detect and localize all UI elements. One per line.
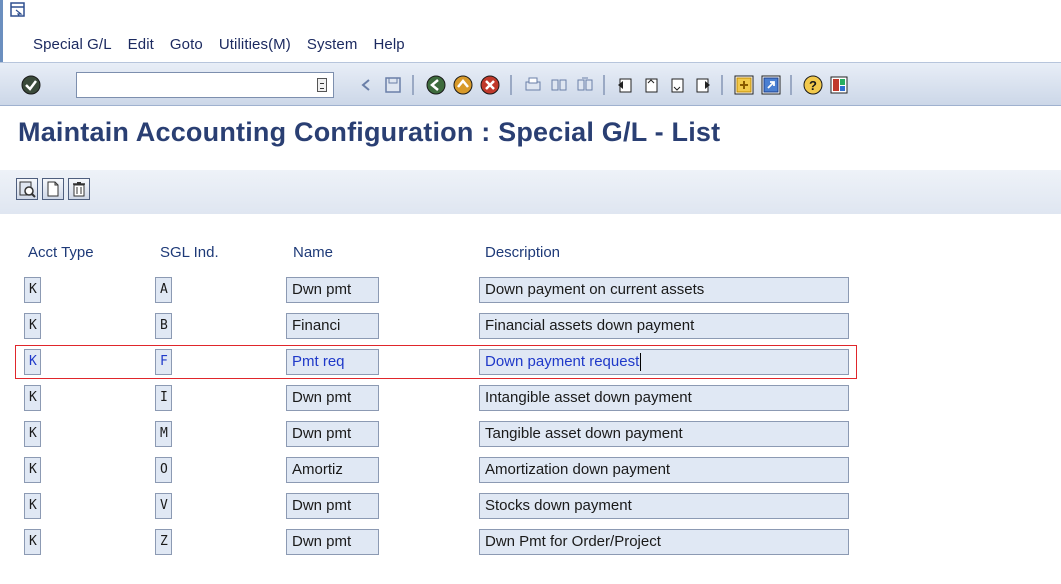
create-icon[interactable] [42, 178, 64, 200]
description-cell[interactable]: Tangible asset down payment [479, 421, 849, 447]
description-cell[interactable]: Stocks down payment [479, 493, 849, 519]
acct-type-cell[interactable]: K [24, 457, 41, 483]
name-cell[interactable]: Dwn pmt [286, 277, 379, 303]
description-text: Down payment request [485, 353, 640, 370]
layout-icon[interactable] [828, 74, 850, 96]
table-row[interactable]: K Z Dwn pmt Dwn Pmt for Order/Project [0, 526, 1061, 558]
page-title: Maintain Accounting Configuration : Spec… [18, 117, 721, 147]
table-row[interactable]: K B Financi Financial assets down paymen… [0, 310, 1061, 342]
cancel-icon[interactable] [479, 74, 501, 96]
description-cell[interactable]: Down payment on current assets [479, 277, 849, 303]
acct-type-cell[interactable]: K [24, 529, 41, 555]
toolbar-separator [603, 75, 605, 95]
delete-icon[interactable] [68, 178, 90, 200]
prev-page-icon[interactable] [640, 74, 662, 96]
find-next-icon[interactable] [574, 74, 596, 96]
window-edge [0, 0, 3, 62]
toolbar-separator [412, 75, 414, 95]
acct-type-cell[interactable]: K [24, 421, 41, 447]
table-row[interactable]: K A Dwn pmt Down payment on current asse… [0, 274, 1061, 306]
name-cell[interactable]: Dwn pmt [286, 385, 379, 411]
new-session-icon[interactable] [733, 74, 755, 96]
sgl-ind-cell[interactable]: F [155, 349, 172, 375]
acct-type-cell[interactable]: K [24, 349, 41, 375]
help-icon[interactable]: ? [802, 74, 824, 96]
sgl-ind-cell[interactable]: B [155, 313, 172, 339]
sgl-ind-cell[interactable]: I [155, 385, 172, 411]
table-row[interactable]: K I Dwn pmt Intangible asset down paymen… [0, 382, 1061, 414]
description-cell[interactable]: Intangible asset down payment [479, 385, 849, 411]
acct-type-cell[interactable]: K [24, 493, 41, 519]
table-header: Acct Type SGL Ind. Name Description [0, 244, 1061, 266]
description-cell[interactable]: Dwn Pmt for Order/Project [479, 529, 849, 555]
sgl-ind-cell[interactable]: O [155, 457, 172, 483]
sgl-ind-cell[interactable]: A [155, 277, 172, 303]
acct-type-cell[interactable]: K [24, 313, 41, 339]
menu-system[interactable]: System [307, 36, 358, 56]
svg-text:?: ? [809, 78, 817, 93]
acct-type-cell[interactable]: K [24, 277, 41, 303]
check-icon[interactable] [20, 74, 42, 96]
shortcut-icon[interactable] [760, 74, 782, 96]
table-row[interactable]: K V Dwn pmt Stocks down payment [0, 490, 1061, 522]
menu-goto[interactable]: Goto [170, 36, 203, 56]
find-icon[interactable] [548, 74, 570, 96]
menu-utilities[interactable]: Utilities(M) [219, 36, 291, 56]
toolbar-separator [790, 75, 792, 95]
text-cursor [640, 353, 642, 372]
name-cell[interactable]: Financi [286, 313, 379, 339]
name-cell[interactable]: Dwn pmt [286, 493, 379, 519]
command-history-icon[interactable] [317, 78, 327, 92]
table-row[interactable]: K M Dwn pmt Tangible asset down payment [0, 418, 1061, 450]
description-cell[interactable]: Amortization down payment [479, 457, 849, 483]
details-icon[interactable] [16, 178, 38, 200]
table-row[interactable]: K O Amortiz Amortization down payment [0, 454, 1061, 486]
description-cell[interactable]: Down payment request [479, 349, 849, 375]
menu-edit[interactable]: Edit [128, 36, 154, 56]
next-page-icon[interactable] [666, 74, 688, 96]
save-icon[interactable] [382, 74, 404, 96]
menu-special-gl[interactable]: Special G/L [33, 36, 112, 56]
green-back-icon[interactable] [425, 74, 447, 96]
menu-help[interactable]: Help [373, 36, 404, 56]
sgl-ind-cell[interactable]: Z [155, 529, 172, 555]
name-cell[interactable]: Dwn pmt [286, 421, 379, 447]
menu-items: Special G/L Edit Goto Utilities(M) Syste… [33, 36, 421, 56]
header-sgl-ind: SGL Ind. [160, 244, 219, 261]
name-cell[interactable]: Pmt req [286, 349, 379, 375]
table-row-selected[interactable]: K F Pmt req Down payment request [0, 346, 1061, 378]
first-page-icon[interactable] [614, 74, 636, 96]
print-icon[interactable] [522, 74, 544, 96]
toolbar-separator [721, 75, 723, 95]
sgl-ind-cell[interactable]: V [155, 493, 172, 519]
header-name: Name [293, 244, 334, 261]
header-description: Description [485, 244, 561, 261]
name-cell[interactable]: Amortiz [286, 457, 379, 483]
system-menu-icon[interactable] [10, 2, 26, 18]
command-field[interactable] [76, 72, 334, 98]
menu-bar: Special G/L Edit Goto Utilities(M) Syste… [0, 0, 1061, 62]
command-input[interactable] [77, 73, 307, 97]
exit-icon[interactable] [452, 74, 474, 96]
last-page-icon[interactable] [692, 74, 714, 96]
application-toolbar [0, 170, 1061, 214]
name-cell[interactable]: Dwn pmt [286, 529, 379, 555]
header-acct-type: Acct Type [28, 244, 94, 261]
back-icon[interactable] [355, 74, 377, 96]
sgl-ind-cell[interactable]: M [155, 421, 172, 447]
acct-type-cell[interactable]: K [24, 385, 41, 411]
standard-toolbar: ? [0, 62, 1061, 106]
toolbar-separator [510, 75, 512, 95]
description-cell[interactable]: Financial assets down payment [479, 313, 849, 339]
